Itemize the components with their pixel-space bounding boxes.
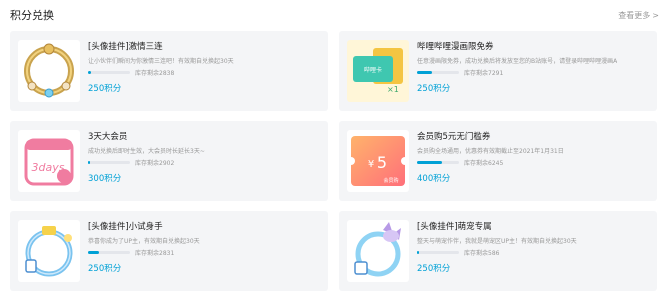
price-points: 400积分	[417, 174, 451, 184]
section-title: 积分兑换	[10, 9, 54, 22]
chevron-right-icon: >	[652, 11, 659, 20]
item-description: 让小伙伴们瞬间为你激情三连吧！有效期自兑换起30天	[88, 58, 234, 65]
item-description: 恭喜你成为了UP主，有效期自兑换起30天	[88, 238, 200, 245]
price-points: 250积分	[88, 264, 122, 274]
svg-text:×1: ×1	[387, 85, 399, 94]
exchange-card[interactable]: 哔哩卡 ×1 哔哩哔哩漫画限免券 任意漫画限免券，成功兑换后将发放至您的B站账号…	[339, 31, 657, 111]
stock-progress-bar	[417, 71, 459, 74]
svg-text:¥: ¥	[368, 159, 374, 170]
exchange-card[interactable]: [头像挂件]萌宠专属 整天与萌宠作伴，我就是萌宠区UP主！有效期自兑换起30天 …	[339, 211, 657, 291]
exchange-card[interactable]: ¥ 5 会员购 会员购5元无门槛券 会员购全场通用，优惠券有效期截止至2021年…	[339, 121, 657, 201]
item-name: 会员购5元无门槛券	[417, 132, 491, 142]
stock-progress-bar	[88, 161, 130, 164]
stock-progress-bar	[88, 71, 130, 74]
exchange-card[interactable]: 3days 3天大会员 成功兑换后即时生效，大会员时长延长3天~ 库存剩余290…	[10, 121, 328, 201]
item-description: 会员购全场通用，优惠券有效期截止至2021年1月31日	[417, 148, 564, 155]
comic-card-text: 哔哩卡	[364, 66, 382, 74]
item-name: 3天大会员	[88, 132, 128, 142]
section-header: 积分兑换 查看更多 >	[10, 6, 659, 24]
item-description: 整天与萌宠作伴，我就是萌宠区UP主！有效期自兑换起30天	[417, 238, 577, 245]
exchange-card[interactable]: [头像挂件]小试身手 恭喜你成为了UP主，有效期自兑换起30天 库存剩余2831…	[10, 211, 328, 291]
stock-remaining: 库存剩余586	[464, 250, 500, 257]
cat-frame-icon	[347, 220, 409, 282]
comic-card-icon: 哔哩卡 ×1	[347, 40, 409, 102]
stock-remaining: 库存剩余6245	[464, 160, 504, 167]
stock-remaining: 库存剩余2831	[135, 250, 175, 257]
exchange-card[interactable]: [头像挂件]激情三连 让小伙伴们瞬间为你激情三连吧！有效期自兑换起30天 库存剩…	[10, 31, 328, 111]
price-points: 250积分	[417, 84, 451, 94]
stock-remaining: 库存剩余2902	[135, 160, 175, 167]
view-more-link[interactable]: 查看更多 >	[618, 10, 659, 21]
stock-remaining: 库存剩余2838	[135, 70, 175, 77]
item-name: 哔哩哔哩漫画限免券	[417, 42, 494, 52]
3days-vip-icon: 3days	[18, 130, 80, 192]
coupon-icon: ¥ 5 会员购	[347, 130, 409, 192]
price-points: 300积分	[88, 174, 122, 184]
item-description: 成功兑换后即时生效，大会员时长延长3天~	[88, 148, 205, 155]
stock-progress-bar	[417, 161, 459, 164]
view-more-label: 查看更多	[618, 11, 651, 20]
price-points: 250积分	[88, 84, 122, 94]
price-points: 250积分	[417, 264, 451, 274]
coupon-label: 会员购	[383, 177, 398, 184]
golden-frame-icon	[18, 40, 80, 102]
stock-progress-bar	[88, 251, 130, 254]
stock-progress-bar	[417, 251, 459, 254]
stock-remaining: 库存剩余7291	[464, 70, 504, 77]
item-name: [头像挂件]小试身手	[88, 222, 163, 232]
item-name: [头像挂件]萌宠专属	[417, 222, 492, 232]
item-name: [头像挂件]激情三连	[88, 42, 163, 52]
item-description: 任意漫画限免券，成功兑换后将发放至您的B站账号，请登录哔哩哔哩漫画APP领取使用	[417, 58, 617, 65]
blue-frame-icon	[18, 220, 80, 282]
coupon-value: 5	[377, 153, 387, 172]
